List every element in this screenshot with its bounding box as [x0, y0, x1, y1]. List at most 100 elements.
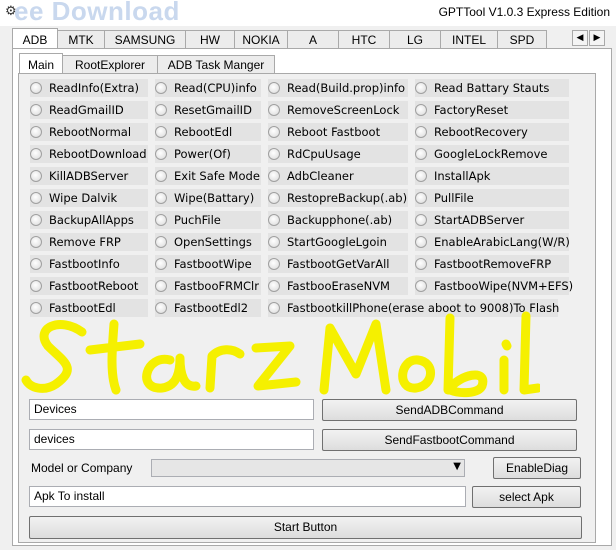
apk-path-input[interactable]: Apk To install [29, 486, 466, 507]
option-restoprebackup-ab[interactable]: RestopreBackup(.ab) [268, 189, 408, 207]
tab-hw[interactable]: HW [185, 30, 235, 48]
option-adbcleaner[interactable]: AdbCleaner [268, 167, 408, 185]
option-fastbootinfo[interactable]: FastbootInfo [30, 255, 148, 273]
radio-button[interactable] [30, 236, 42, 248]
option-readgmailid[interactable]: ReadGmailID [30, 101, 148, 119]
radio-button[interactable] [415, 148, 427, 160]
enable-diag-button[interactable]: EnableDiag [493, 457, 581, 479]
option-rebootdownload[interactable]: RebootDownload [30, 145, 148, 163]
option-readinfo-extra[interactable]: ReadInfo(Extra) [30, 79, 148, 97]
tab-intel[interactable]: INTEL [440, 30, 498, 48]
radio-button[interactable] [415, 258, 427, 270]
option-rebootnormal[interactable]: RebootNormal [30, 123, 148, 141]
option-fastboowipe-nvm-efs[interactable]: FastbooWipe(NVM+EFS) [415, 277, 573, 295]
model-select[interactable]: ▼ [151, 459, 465, 477]
subtab-main[interactable]: Main [19, 53, 63, 73]
radio-button[interactable] [268, 258, 280, 270]
option-rdcpuusage[interactable]: RdCpuUsage [268, 145, 408, 163]
option-startadbserver[interactable]: StartADBServer [415, 211, 569, 229]
radio-button[interactable] [268, 214, 280, 226]
radio-button[interactable] [268, 280, 280, 292]
radio-button[interactable] [155, 236, 167, 248]
option-read-battary-stauts[interactable]: Read Battary Stauts [415, 79, 569, 97]
option-reboot-fastboot[interactable]: Reboot Fastboot [268, 123, 408, 141]
radio-button[interactable] [415, 192, 427, 204]
option-fastbootremovefrp[interactable]: FastbootRemoveFRP [415, 255, 569, 273]
option-read-build-prop-info[interactable]: Read(Build.prop)info [268, 79, 408, 97]
radio-button[interactable] [268, 148, 280, 160]
send-adb-command-button[interactable]: SendADBCommand [322, 399, 577, 421]
option-rebootrecovery[interactable]: RebootRecovery [415, 123, 569, 141]
radio-button[interactable] [155, 280, 167, 292]
tab-nokia[interactable]: NOKIA [234, 30, 288, 48]
radio-button[interactable] [268, 170, 280, 182]
radio-button[interactable] [30, 126, 42, 138]
option-exit-safe-mode[interactable]: Exit Safe Mode [155, 167, 261, 185]
select-apk-button[interactable]: select Apk [472, 486, 581, 508]
radio-button[interactable] [415, 236, 427, 248]
option-power-of[interactable]: Power(Of) [155, 145, 261, 163]
radio-button[interactable] [30, 148, 42, 160]
radio-button[interactable] [30, 104, 42, 116]
radio-button[interactable] [30, 214, 42, 226]
option-fastbootgetvarall[interactable]: FastbootGetVarAll [268, 255, 408, 273]
option-googlelockremove[interactable]: GoogleLockRemove [415, 145, 569, 163]
option-removescreenlock[interactable]: RemoveScreenLock [268, 101, 408, 119]
send-fastboot-command-button[interactable]: SendFastbootCommand [322, 429, 577, 451]
option-fastbootwipe[interactable]: FastbootWipe [155, 255, 261, 273]
option-startgooglelgoin[interactable]: StartGoogleLgoin [268, 233, 408, 251]
option-puchfile[interactable]: PuchFile [155, 211, 261, 229]
radio-button[interactable] [30, 258, 42, 270]
radio-button[interactable] [415, 126, 427, 138]
option-wipe-dalvik[interactable]: Wipe Dalvik [30, 189, 148, 207]
radio-button[interactable] [268, 126, 280, 138]
tab-htc[interactable]: HTC [338, 30, 390, 48]
radio-button[interactable] [415, 214, 427, 226]
radio-button[interactable] [30, 82, 42, 94]
option-opensettings[interactable]: OpenSettings [155, 233, 261, 251]
option-rebootedl[interactable]: RebootEdl [155, 123, 261, 141]
option-wipe-battary[interactable]: Wipe(Battary) [155, 189, 261, 207]
radio-button[interactable] [155, 214, 167, 226]
radio-button[interactable] [268, 104, 280, 116]
radio-button[interactable] [415, 280, 427, 292]
tab-scroll-right-button[interactable]: ▶ [589, 30, 605, 46]
tab-mtk[interactable]: MTK [57, 30, 105, 48]
option-enablearabiclang-w-r[interactable]: EnableArabicLang(W/R) [415, 233, 570, 251]
tab-spd[interactable]: SPD [497, 30, 547, 48]
radio-button[interactable] [155, 258, 167, 270]
option-remove-frp[interactable]: Remove FRP [30, 233, 148, 251]
radio-button[interactable] [155, 170, 167, 182]
radio-button[interactable] [155, 192, 167, 204]
option-killadbserver[interactable]: KillADBServer [30, 167, 148, 185]
subtab-adb-task-manger[interactable]: ADB Task Manger [157, 55, 275, 73]
option-resetgmailid[interactable]: ResetGmailID [155, 101, 261, 119]
radio-button[interactable] [415, 104, 427, 116]
adb-command-input[interactable]: Devices [29, 399, 314, 420]
option-installapk[interactable]: InstallApk [415, 167, 569, 185]
fastboot-command-input[interactable]: devices [29, 429, 314, 450]
radio-button[interactable] [155, 82, 167, 94]
start-button[interactable]: Start Button [29, 516, 582, 539]
radio-button[interactable] [30, 170, 42, 182]
tab-scroll-left-button[interactable]: ◀ [572, 30, 588, 46]
option-fastbooerasenvm[interactable]: FastbooEraseNVM [268, 277, 408, 295]
radio-button[interactable] [415, 82, 427, 94]
radio-button[interactable] [268, 192, 280, 204]
radio-button[interactable] [155, 126, 167, 138]
option-fastbootreboot[interactable]: FastbootReboot [30, 277, 148, 295]
tab-lg[interactable]: LG [389, 30, 441, 48]
option-read-cpu-info[interactable]: Read(CPU)info [155, 79, 261, 97]
radio-button[interactable] [268, 82, 280, 94]
option-factoryreset[interactable]: FactoryReset [415, 101, 569, 119]
tab-a[interactable]: A [287, 30, 339, 48]
subtab-rootexplorer[interactable]: RootExplorer [62, 55, 158, 73]
option-pullfile[interactable]: PullFile [415, 189, 569, 207]
radio-button[interactable] [155, 148, 167, 160]
radio-button[interactable] [30, 280, 42, 292]
radio-button[interactable] [30, 192, 42, 204]
radio-button[interactable] [415, 170, 427, 182]
radio-button[interactable] [268, 236, 280, 248]
radio-button[interactable] [155, 104, 167, 116]
option-backupallapps[interactable]: BackupAllApps [30, 211, 148, 229]
